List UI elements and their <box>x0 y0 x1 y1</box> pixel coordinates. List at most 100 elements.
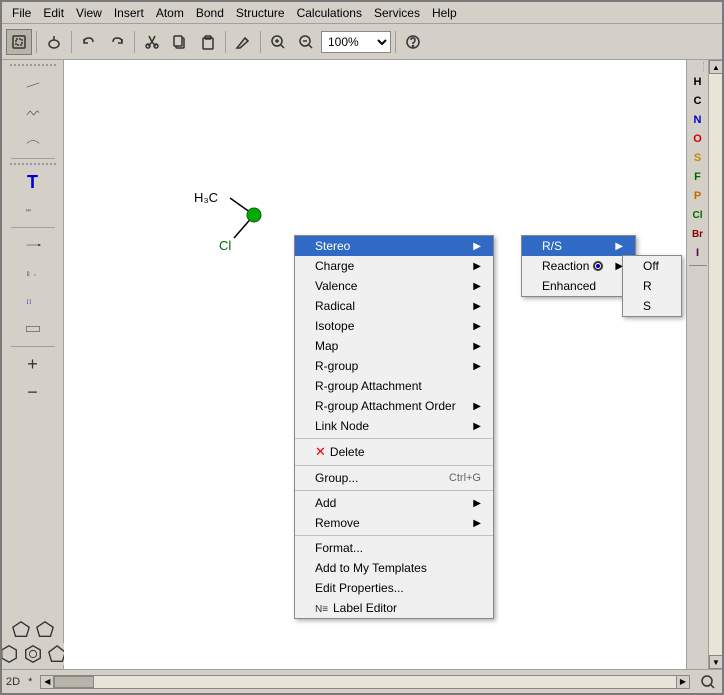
ctx-radical[interactable]: Radical ▶ <box>295 296 493 316</box>
ctx-map[interactable]: Map ▶ <box>295 336 493 356</box>
copy-button[interactable] <box>167 29 193 55</box>
undo-button[interactable] <box>76 29 102 55</box>
pentagon-tool-button[interactable] <box>10 619 32 641</box>
cut-button[interactable] <box>139 29 165 55</box>
element-C[interactable]: C <box>689 92 707 110</box>
element-P[interactable]: P <box>689 187 707 205</box>
ctx-add[interactable]: Add ▶ <box>295 493 493 513</box>
menu-structure[interactable]: Structure <box>230 4 291 22</box>
help-button[interactable] <box>400 29 426 55</box>
ctx-rgroup-attachment[interactable]: R-group Attachment <box>295 376 493 396</box>
toolbar-sep-6 <box>395 31 396 53</box>
ctx-group[interactable]: Group... Ctrl+G <box>295 468 493 488</box>
submenu-s-item[interactable]: S <box>623 296 681 316</box>
square-bracket-button[interactable]: [ ] <box>8 288 58 314</box>
submenu-enhanced-label: Enhanced <box>542 279 596 293</box>
h-scroll-thumb[interactable] <box>54 676 94 688</box>
ctx-format[interactable]: Format... <box>295 538 493 558</box>
s-label: S <box>643 299 651 313</box>
ctx-charge[interactable]: Charge ▶ <box>295 256 493 276</box>
svg-text:N≡: N≡ <box>315 604 328 615</box>
plus-button[interactable]: + <box>8 351 58 377</box>
clean-button[interactable] <box>230 29 256 55</box>
element-Cl[interactable]: Cl <box>689 206 707 224</box>
text-tool-button[interactable]: T <box>8 169 58 195</box>
submenu-enhanced-item[interactable]: Enhanced <box>522 276 635 296</box>
h-scroll-track[interactable] <box>54 675 676 689</box>
ctx-sep-2 <box>295 465 493 466</box>
reaction-radio <box>593 261 603 271</box>
toolbar-sep-4 <box>225 31 226 53</box>
toolbar-sep-3 <box>134 31 135 53</box>
ctx-remove[interactable]: Remove ▶ <box>295 513 493 533</box>
sidebar-top-dots <box>703 62 704 72</box>
element-I[interactable]: I <box>689 244 707 262</box>
ctx-link-node[interactable]: Link Node ▶ <box>295 416 493 436</box>
submenu-reaction-item[interactable]: Reaction ▶ <box>522 256 635 276</box>
ctx-rgroup-order[interactable]: R-group Attachment Order ▶ <box>295 396 493 416</box>
left-sep-2 <box>11 227 55 228</box>
ctx-rgroup[interactable]: R-group ▶ <box>295 356 493 376</box>
redo-button[interactable] <box>104 29 130 55</box>
menu-calculations[interactable]: Calculations <box>291 4 368 22</box>
element-sidebar: H C N O S F P Cl Br I <box>686 60 708 669</box>
zoom-select[interactable]: 100% 50% 75% 150% 200% <box>321 31 391 53</box>
hexagon-tool-button[interactable] <box>2 643 20 665</box>
zoom-fit-button[interactable] <box>698 672 718 692</box>
canvas-area[interactable]: H₃C Cl Stereo ▶ Charge ▶ <box>64 60 686 669</box>
bracket-tool-button[interactable]: [] n <box>8 260 58 286</box>
ctx-isotope[interactable]: Isotope ▶ <box>295 316 493 336</box>
ctx-edit-properties[interactable]: Edit Properties... <box>295 578 493 598</box>
ctx-add-templates[interactable]: Add to My Templates <box>295 558 493 578</box>
benzene-tool-button[interactable] <box>22 643 44 665</box>
draw-zigzag-button[interactable] <box>8 100 58 126</box>
formula-tool-button[interactable]: N≡ <box>8 197 58 223</box>
menu-view[interactable]: View <box>70 4 108 22</box>
menu-bond[interactable]: Bond <box>190 4 230 22</box>
menu-file[interactable]: File <box>6 4 37 22</box>
menu-edit[interactable]: Edit <box>37 4 70 22</box>
mode-indicator: 2D <box>6 676 20 688</box>
submenu-rs-item[interactable]: R/S ▶ <box>522 236 635 256</box>
zoom-out-button[interactable] <box>293 29 319 55</box>
menu-help[interactable]: Help <box>426 4 463 22</box>
scroll-down-button[interactable]: ▼ <box>709 655 722 669</box>
ctx-valence[interactable]: Valence ▶ <box>295 276 493 296</box>
menu-atom[interactable]: Atom <box>150 4 190 22</box>
shape-tools-row <box>10 619 56 641</box>
element-H[interactable]: H <box>689 73 707 91</box>
submenu-off-r-s: Off R S <box>622 255 682 317</box>
scroll-left-button[interactable]: ◀ <box>40 675 54 689</box>
ctx-sep-4 <box>295 535 493 536</box>
minus-button[interactable]: − <box>8 379 58 405</box>
element-O[interactable]: O <box>689 130 707 148</box>
scroll-up-button[interactable]: ▲ <box>709 60 722 74</box>
zoom-in-button[interactable] <box>265 29 291 55</box>
element-S[interactable]: S <box>689 149 707 167</box>
rect-tool-button[interactable] <box>8 316 58 342</box>
element-Br[interactable]: Br <box>689 225 707 243</box>
ctx-sep-1 <box>295 438 493 439</box>
ctx-rgroup-arrow: ▶ <box>473 361 481 372</box>
menu-insert[interactable]: Insert <box>108 4 150 22</box>
select-tool-button[interactable] <box>6 29 32 55</box>
ctx-label-editor[interactable]: N≡ Label Editor <box>295 598 493 618</box>
draw-line-button[interactable] <box>8 72 58 98</box>
arrow-tool-button[interactable] <box>8 232 58 258</box>
submenu-r-item[interactable]: R <box>623 276 681 296</box>
ctx-stereo[interactable]: Stereo ▶ <box>295 236 493 256</box>
scroll-track[interactable] <box>709 74 722 655</box>
element-F[interactable]: F <box>689 168 707 186</box>
menu-services[interactable]: Services <box>368 4 426 22</box>
submenu-off-item[interactable]: Off <box>623 256 681 276</box>
scroll-right-button[interactable]: ▶ <box>676 675 690 689</box>
ctx-delete[interactable]: ✕ Delete <box>295 441 493 463</box>
vertical-scrollbar[interactable]: ▲ ▼ <box>708 60 722 669</box>
pentagon-filled-button[interactable] <box>34 619 56 641</box>
draw-arc-button[interactable] <box>8 128 58 154</box>
paste-button[interactable] <box>195 29 221 55</box>
h-scrollbar-container: ◀ ▶ <box>40 675 690 689</box>
lasso-tool-button[interactable] <box>41 29 67 55</box>
element-N[interactable]: N <box>689 111 707 129</box>
bottom-bar: 2D * ◀ ▶ <box>2 669 722 693</box>
